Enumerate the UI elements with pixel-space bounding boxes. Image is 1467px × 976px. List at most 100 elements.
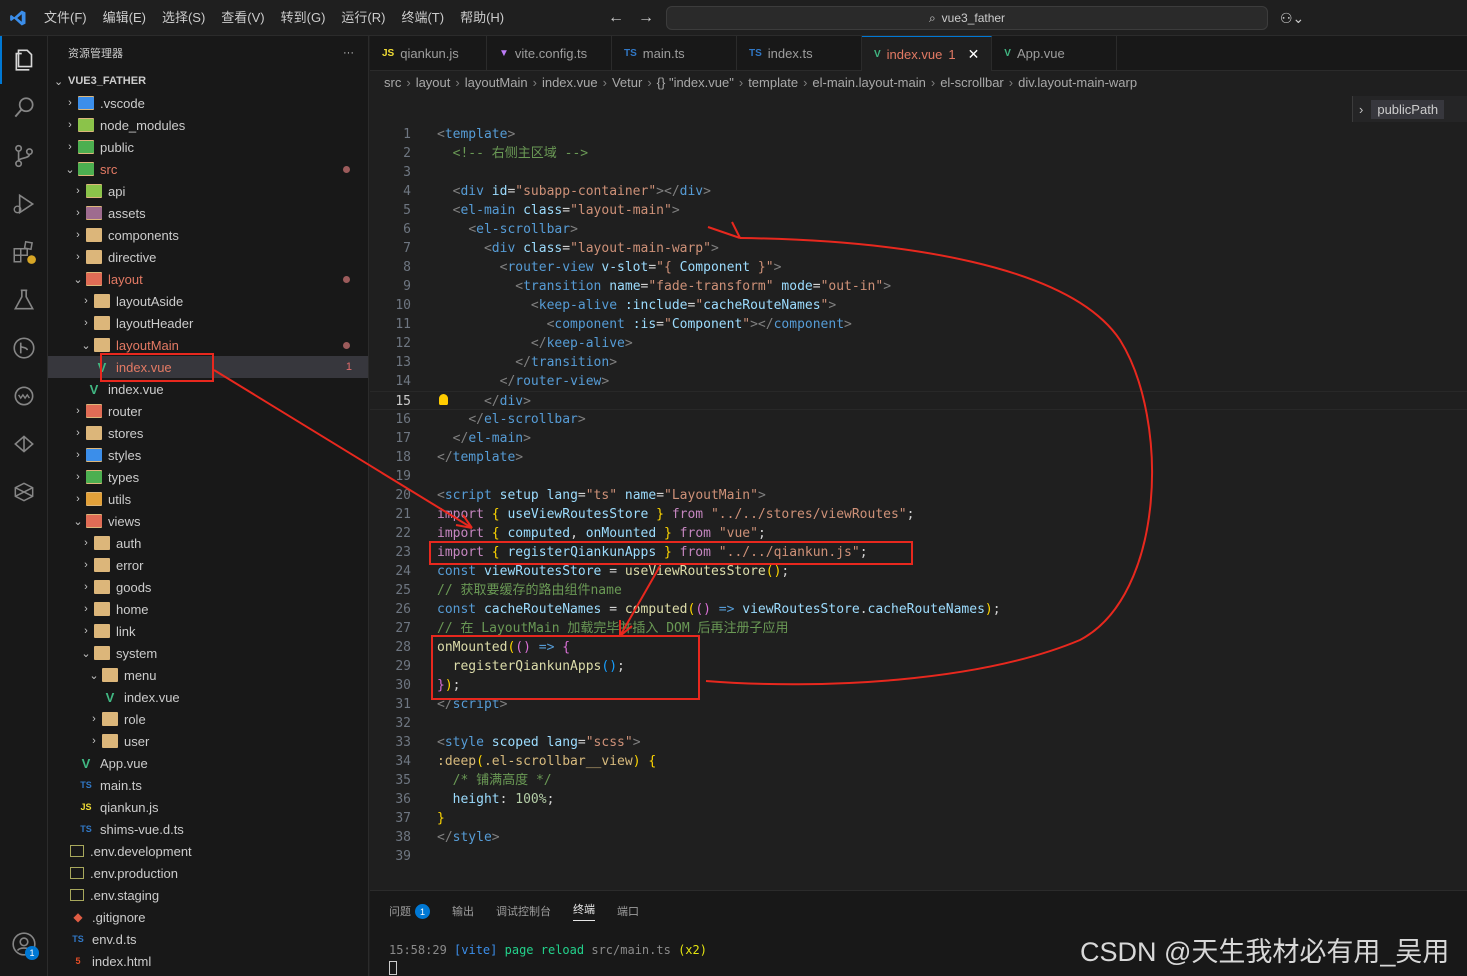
folder-item[interactable]: › layoutHeader (48, 312, 368, 334)
close-icon[interactable]: ✕ (968, 46, 980, 63)
breadcrumb-item[interactable]: {} "index.vue" (657, 75, 734, 90)
folder-item[interactable]: › layoutAside (48, 290, 368, 312)
breadcrumb-item[interactable]: div.layout-main-warp (1018, 75, 1137, 90)
file-item[interactable]: TS main.ts (48, 774, 368, 796)
folder-item[interactable]: › utils (48, 488, 368, 510)
breadcrumb-item[interactable]: src (384, 75, 401, 90)
breadcrumb-item[interactable]: layoutMain (465, 75, 528, 90)
file-item[interactable]: JS qiankun.js (48, 796, 368, 818)
panel-tab[interactable]: 调试控制台 (496, 903, 551, 919)
back-arrow-icon[interactable]: ← (608, 0, 624, 36)
chevron-right-icon: › (76, 471, 80, 483)
editor-tab[interactable]: TS index.ts (737, 36, 862, 71)
deploy-activity[interactable] (0, 420, 48, 468)
chevron-right-icon: › (803, 74, 808, 90)
breadcrumb-item[interactable]: el-main.layout-main (812, 75, 925, 90)
extensions-activity[interactable] (0, 228, 48, 276)
panel-tab[interactable]: 输出 (452, 903, 474, 919)
menu-item[interactable]: 查看(V) (213, 0, 272, 36)
menu-item[interactable]: 终端(T) (393, 0, 452, 36)
folder-item[interactable]: › user (48, 730, 368, 752)
panel-tab[interactable]: 终端 (573, 901, 595, 921)
file-item[interactable]: V App.vue (48, 752, 368, 774)
chevron-right-icon: › (84, 295, 88, 307)
folder-item[interactable]: ⌄ views (48, 510, 368, 532)
folder-item[interactable]: › api (48, 180, 368, 202)
folder-item[interactable]: › auth (48, 532, 368, 554)
file-item[interactable]: ◆ .gitignore (48, 906, 368, 928)
folder-item[interactable]: ⌄ src (48, 158, 368, 180)
file-item[interactable]: TS env.d.ts (48, 928, 368, 950)
file-item[interactable]: .env.production (48, 862, 368, 884)
folder-icon (86, 184, 102, 198)
code-text: /* 铺满高度 */ (437, 771, 552, 790)
file-item[interactable]: Vindex.vue (48, 686, 368, 708)
accounts-activity[interactable]: 1 (0, 920, 48, 968)
more-actions-icon[interactable]: ··· (343, 47, 354, 59)
breadcrumb-item[interactable]: index.vue (542, 75, 598, 90)
run-debug-activity[interactable] (0, 180, 48, 228)
folder-item[interactable]: › stores (48, 422, 368, 444)
tab-label: index.ts (767, 46, 813, 61)
editor-tab[interactable]: Vindex.vue 1 ✕ (862, 36, 993, 71)
folder-item[interactable]: ⌄ menu (48, 664, 368, 686)
file-item[interactable]: TS shims-vue.d.ts (48, 818, 368, 840)
code-text: </transition> (437, 353, 617, 372)
chevron-right-icon: › (930, 74, 936, 90)
code-editor[interactable]: 1 <template> 2 <!-- 右侧主区域 --> 3 4 <div id="s… (370, 93, 1467, 890)
plugin-activity[interactable] (0, 468, 48, 516)
folder-item[interactable]: › error (48, 554, 368, 576)
menu-item[interactable]: 文件(F) (36, 0, 95, 36)
explorer-activity[interactable] (0, 36, 48, 84)
forward-arrow-icon[interactable]: → (638, 0, 654, 36)
command-center-search[interactable]: ⌕ vue3_father (666, 6, 1268, 30)
code-token: "subapp-container" (515, 184, 657, 199)
folder-item[interactable]: › types (48, 466, 368, 488)
line-number: 7 (403, 241, 411, 256)
file-item[interactable]: .env.staging (48, 884, 368, 906)
menu-item[interactable]: 转到(G) (273, 0, 334, 36)
folder-item[interactable]: › link (48, 620, 368, 642)
copilot-icon[interactable]: ⚇⌄ (1280, 0, 1304, 36)
remote-activity[interactable] (0, 372, 48, 420)
git-graph-activity[interactable] (0, 324, 48, 372)
breadcrumb-item[interactable]: layout (416, 75, 451, 90)
folder-item[interactable]: › home (48, 598, 368, 620)
menu-item[interactable]: 选择(S) (154, 0, 213, 36)
editor-tab[interactable]: JS qiankun.js (370, 36, 487, 71)
chevron-right-icon: › (76, 185, 80, 197)
folder-item[interactable]: › node_modules (48, 114, 368, 136)
file-item[interactable]: 5 index.html (48, 950, 368, 972)
folder-item[interactable]: › router (48, 400, 368, 422)
folder-item[interactable]: › public (48, 136, 368, 158)
folder-item[interactable]: › role (48, 708, 368, 730)
menu-item[interactable]: 编辑(E) (95, 0, 154, 36)
editor-tab[interactable]: ▼ vite.config.ts (487, 36, 612, 71)
breadcrumb-item[interactable]: template (748, 75, 798, 90)
panel-tab[interactable]: 端口 (617, 903, 639, 919)
folder-item[interactable]: ⌄ system (48, 642, 368, 664)
breadcrumb-item[interactable]: Vetur (612, 75, 642, 90)
panel-tab[interactable]: 问题 1 (389, 903, 430, 920)
editor-tab[interactable]: TS main.ts (612, 36, 737, 71)
folder-item[interactable]: › assets (48, 202, 368, 224)
sticky-scroll-widget[interactable]: › publicPath (1352, 96, 1467, 122)
chevron-right-icon: › (84, 559, 88, 571)
folder-item[interactable]: › styles (48, 444, 368, 466)
project-root[interactable]: ⌄ VUE3_FATHER (48, 70, 368, 92)
folder-item[interactable]: › components (48, 224, 368, 246)
chevron-right-icon: › (84, 537, 88, 549)
folder-item[interactable]: ⌄ layout (48, 268, 368, 290)
breadcrumb-item[interactable]: el-scrollbar (940, 75, 1004, 90)
folder-item[interactable]: › .vscode (48, 92, 368, 114)
search-activity[interactable] (0, 84, 48, 132)
editor-tab[interactable]: V App.vue (992, 36, 1118, 71)
source-control-activity[interactable] (0, 132, 48, 180)
menu-item[interactable]: 帮助(H) (452, 0, 512, 36)
menu-item[interactable]: 运行(R) (333, 0, 393, 36)
folder-item[interactable]: › directive (48, 246, 368, 268)
folder-item[interactable]: › goods (48, 576, 368, 598)
explorer-title: 资源管理器 (68, 48, 123, 60)
testing-activity[interactable] (0, 276, 48, 324)
file-item[interactable]: .env.development (48, 840, 368, 862)
